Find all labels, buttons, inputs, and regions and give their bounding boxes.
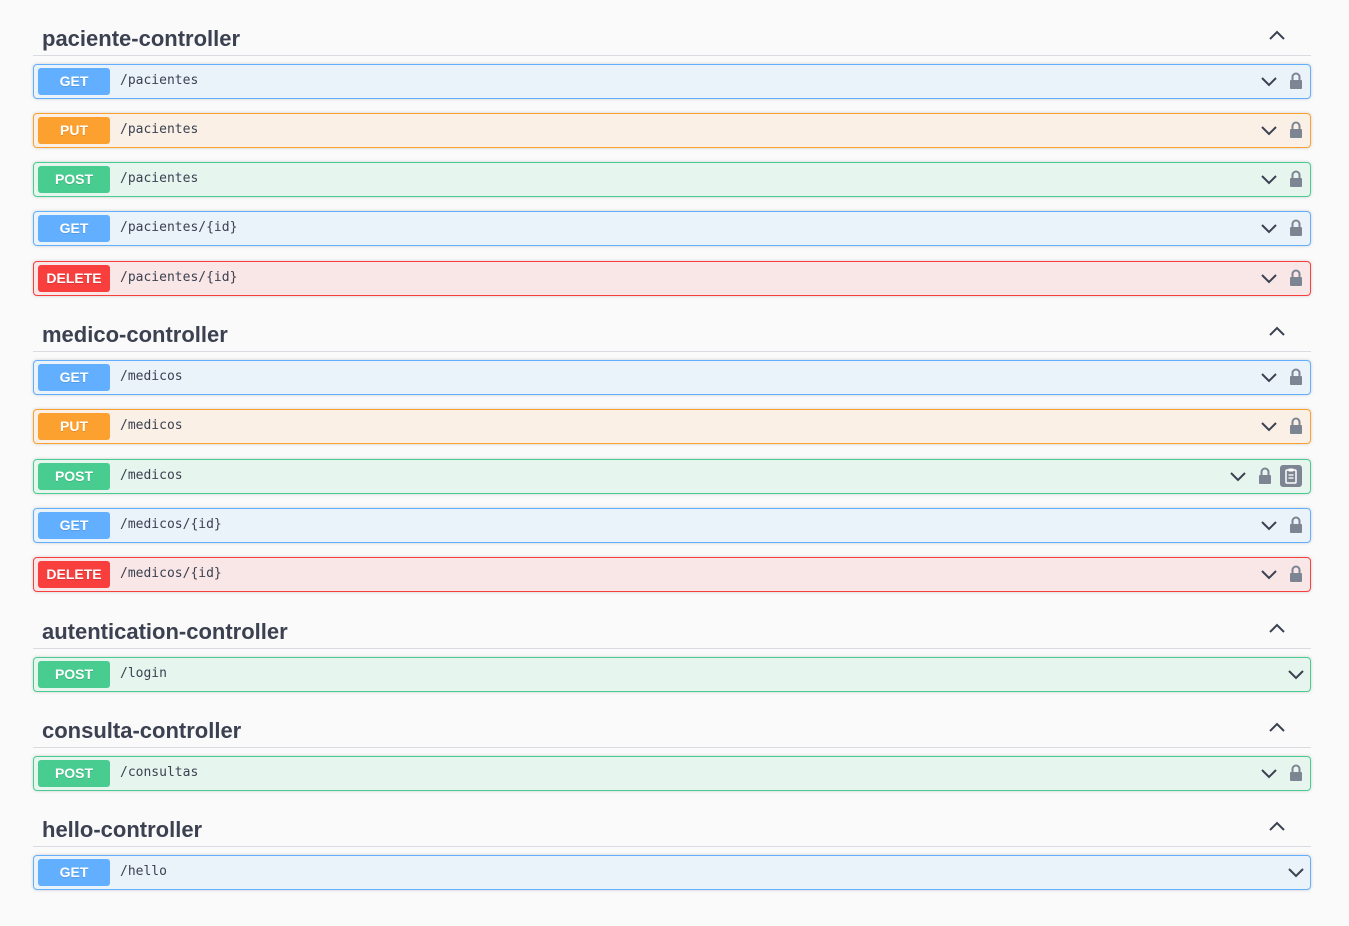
chevron-down-icon[interactable] bbox=[1260, 767, 1278, 779]
lock-icon[interactable] bbox=[1258, 467, 1272, 485]
chevron-up-icon[interactable] bbox=[1268, 325, 1286, 337]
operation-path: /medicos bbox=[120, 468, 183, 483]
operation-get-pacientes[interactable]: GET /pacientes bbox=[33, 64, 1311, 99]
lock-icon[interactable] bbox=[1289, 72, 1303, 90]
operation-delete-medicos-id[interactable]: DELETE /medicos/{id} bbox=[33, 557, 1311, 592]
operation-post-medicos[interactable]: POST /medicos bbox=[33, 459, 1311, 494]
lock-icon[interactable] bbox=[1289, 269, 1303, 287]
method-badge: GET bbox=[38, 364, 110, 391]
chevron-down-icon[interactable] bbox=[1260, 519, 1278, 531]
operation-put-pacientes[interactable]: PUT /pacientes bbox=[33, 113, 1311, 148]
chevron-up-icon[interactable] bbox=[1268, 820, 1286, 832]
tag-header[interactable]: hello-controller bbox=[33, 806, 1311, 847]
operation-post-login[interactable]: POST /login bbox=[33, 657, 1311, 692]
method-badge: POST bbox=[38, 760, 110, 787]
chevron-down-icon[interactable] bbox=[1260, 371, 1278, 383]
lock-icon[interactable] bbox=[1289, 170, 1303, 188]
chevron-down-icon[interactable] bbox=[1287, 668, 1305, 680]
tag-section-medico-controller: medico-controller GET /medicos PUT /medi… bbox=[33, 311, 1311, 593]
method-badge: POST bbox=[38, 463, 110, 490]
operation-path: /login bbox=[120, 666, 167, 681]
operation-path: /consultas bbox=[120, 765, 199, 780]
operation-path: /medicos/{id} bbox=[120, 566, 222, 581]
lock-icon[interactable] bbox=[1289, 565, 1303, 583]
chevron-up-icon[interactable] bbox=[1268, 622, 1286, 634]
chevron-down-icon[interactable] bbox=[1229, 470, 1247, 482]
method-badge: POST bbox=[38, 661, 110, 688]
lock-icon[interactable] bbox=[1289, 516, 1303, 534]
method-badge: PUT bbox=[38, 117, 110, 144]
tag-section-consulta-controller: consulta-controller POST /consultas bbox=[33, 707, 1311, 792]
tag-title[interactable]: autentication-controller bbox=[42, 619, 288, 645]
operation-get-medicos-id[interactable]: GET /medicos/{id} bbox=[33, 508, 1311, 543]
operation-path: /pacientes bbox=[120, 122, 199, 137]
copy-to-clipboard-button[interactable] bbox=[1280, 465, 1302, 487]
chevron-down-icon[interactable] bbox=[1260, 124, 1278, 136]
tag-section-paciente-controller: paciente-controller GET /pacientes PUT /… bbox=[33, 15, 1311, 297]
operation-post-pacientes[interactable]: POST /pacientes bbox=[33, 162, 1311, 197]
operation-get-pacientes-id[interactable]: GET /pacientes/{id} bbox=[33, 211, 1311, 246]
tag-section-hello-controller: hello-controller GET /hello bbox=[33, 806, 1311, 891]
method-badge: GET bbox=[38, 215, 110, 242]
operation-path: /medicos bbox=[120, 418, 183, 433]
lock-icon[interactable] bbox=[1289, 764, 1303, 782]
tag-section-autentication-controller: autentication-controller POST /login bbox=[33, 608, 1311, 693]
tag-title[interactable]: medico-controller bbox=[42, 322, 228, 348]
operation-path: /pacientes/{id} bbox=[120, 220, 238, 235]
chevron-up-icon[interactable] bbox=[1268, 29, 1286, 41]
method-badge: DELETE bbox=[38, 561, 110, 588]
operation-put-medicos[interactable]: PUT /medicos bbox=[33, 409, 1311, 444]
lock-icon[interactable] bbox=[1289, 219, 1303, 237]
chevron-down-icon[interactable] bbox=[1260, 420, 1278, 432]
operation-path: /hello bbox=[120, 864, 167, 879]
chevron-down-icon[interactable] bbox=[1260, 568, 1278, 580]
tag-title[interactable]: hello-controller bbox=[42, 817, 202, 843]
tag-header[interactable]: autentication-controller bbox=[33, 608, 1311, 649]
method-badge: DELETE bbox=[38, 265, 110, 292]
tag-header[interactable]: medico-controller bbox=[33, 311, 1311, 352]
chevron-down-icon[interactable] bbox=[1260, 222, 1278, 234]
tag-title[interactable]: paciente-controller bbox=[42, 26, 240, 52]
copy-to-clipboard-icon bbox=[1285, 468, 1297, 484]
operation-path: /medicos bbox=[120, 369, 183, 384]
method-badge: POST bbox=[38, 166, 110, 193]
tag-header[interactable]: consulta-controller bbox=[33, 707, 1311, 748]
lock-icon[interactable] bbox=[1289, 368, 1303, 386]
operation-path: /pacientes/{id} bbox=[120, 270, 238, 285]
operation-post-consultas[interactable]: POST /consultas bbox=[33, 756, 1311, 791]
chevron-down-icon[interactable] bbox=[1260, 272, 1278, 284]
method-badge: GET bbox=[38, 68, 110, 95]
operation-path: /pacientes bbox=[120, 73, 199, 88]
lock-icon[interactable] bbox=[1289, 121, 1303, 139]
operation-get-hello[interactable]: GET /hello bbox=[33, 855, 1311, 890]
lock-icon[interactable] bbox=[1289, 417, 1303, 435]
chevron-down-icon[interactable] bbox=[1260, 173, 1278, 185]
chevron-down-icon[interactable] bbox=[1287, 866, 1305, 878]
operation-path: /medicos/{id} bbox=[120, 517, 222, 532]
tag-header[interactable]: paciente-controller bbox=[33, 15, 1311, 56]
method-badge: GET bbox=[38, 859, 110, 886]
tag-title[interactable]: consulta-controller bbox=[42, 718, 241, 744]
operation-delete-pacientes-id[interactable]: DELETE /pacientes/{id} bbox=[33, 261, 1311, 296]
method-badge: PUT bbox=[38, 413, 110, 440]
operation-path: /pacientes bbox=[120, 171, 199, 186]
method-badge: GET bbox=[38, 512, 110, 539]
chevron-down-icon[interactable] bbox=[1260, 75, 1278, 87]
operation-get-medicos[interactable]: GET /medicos bbox=[33, 360, 1311, 395]
chevron-up-icon[interactable] bbox=[1268, 721, 1286, 733]
